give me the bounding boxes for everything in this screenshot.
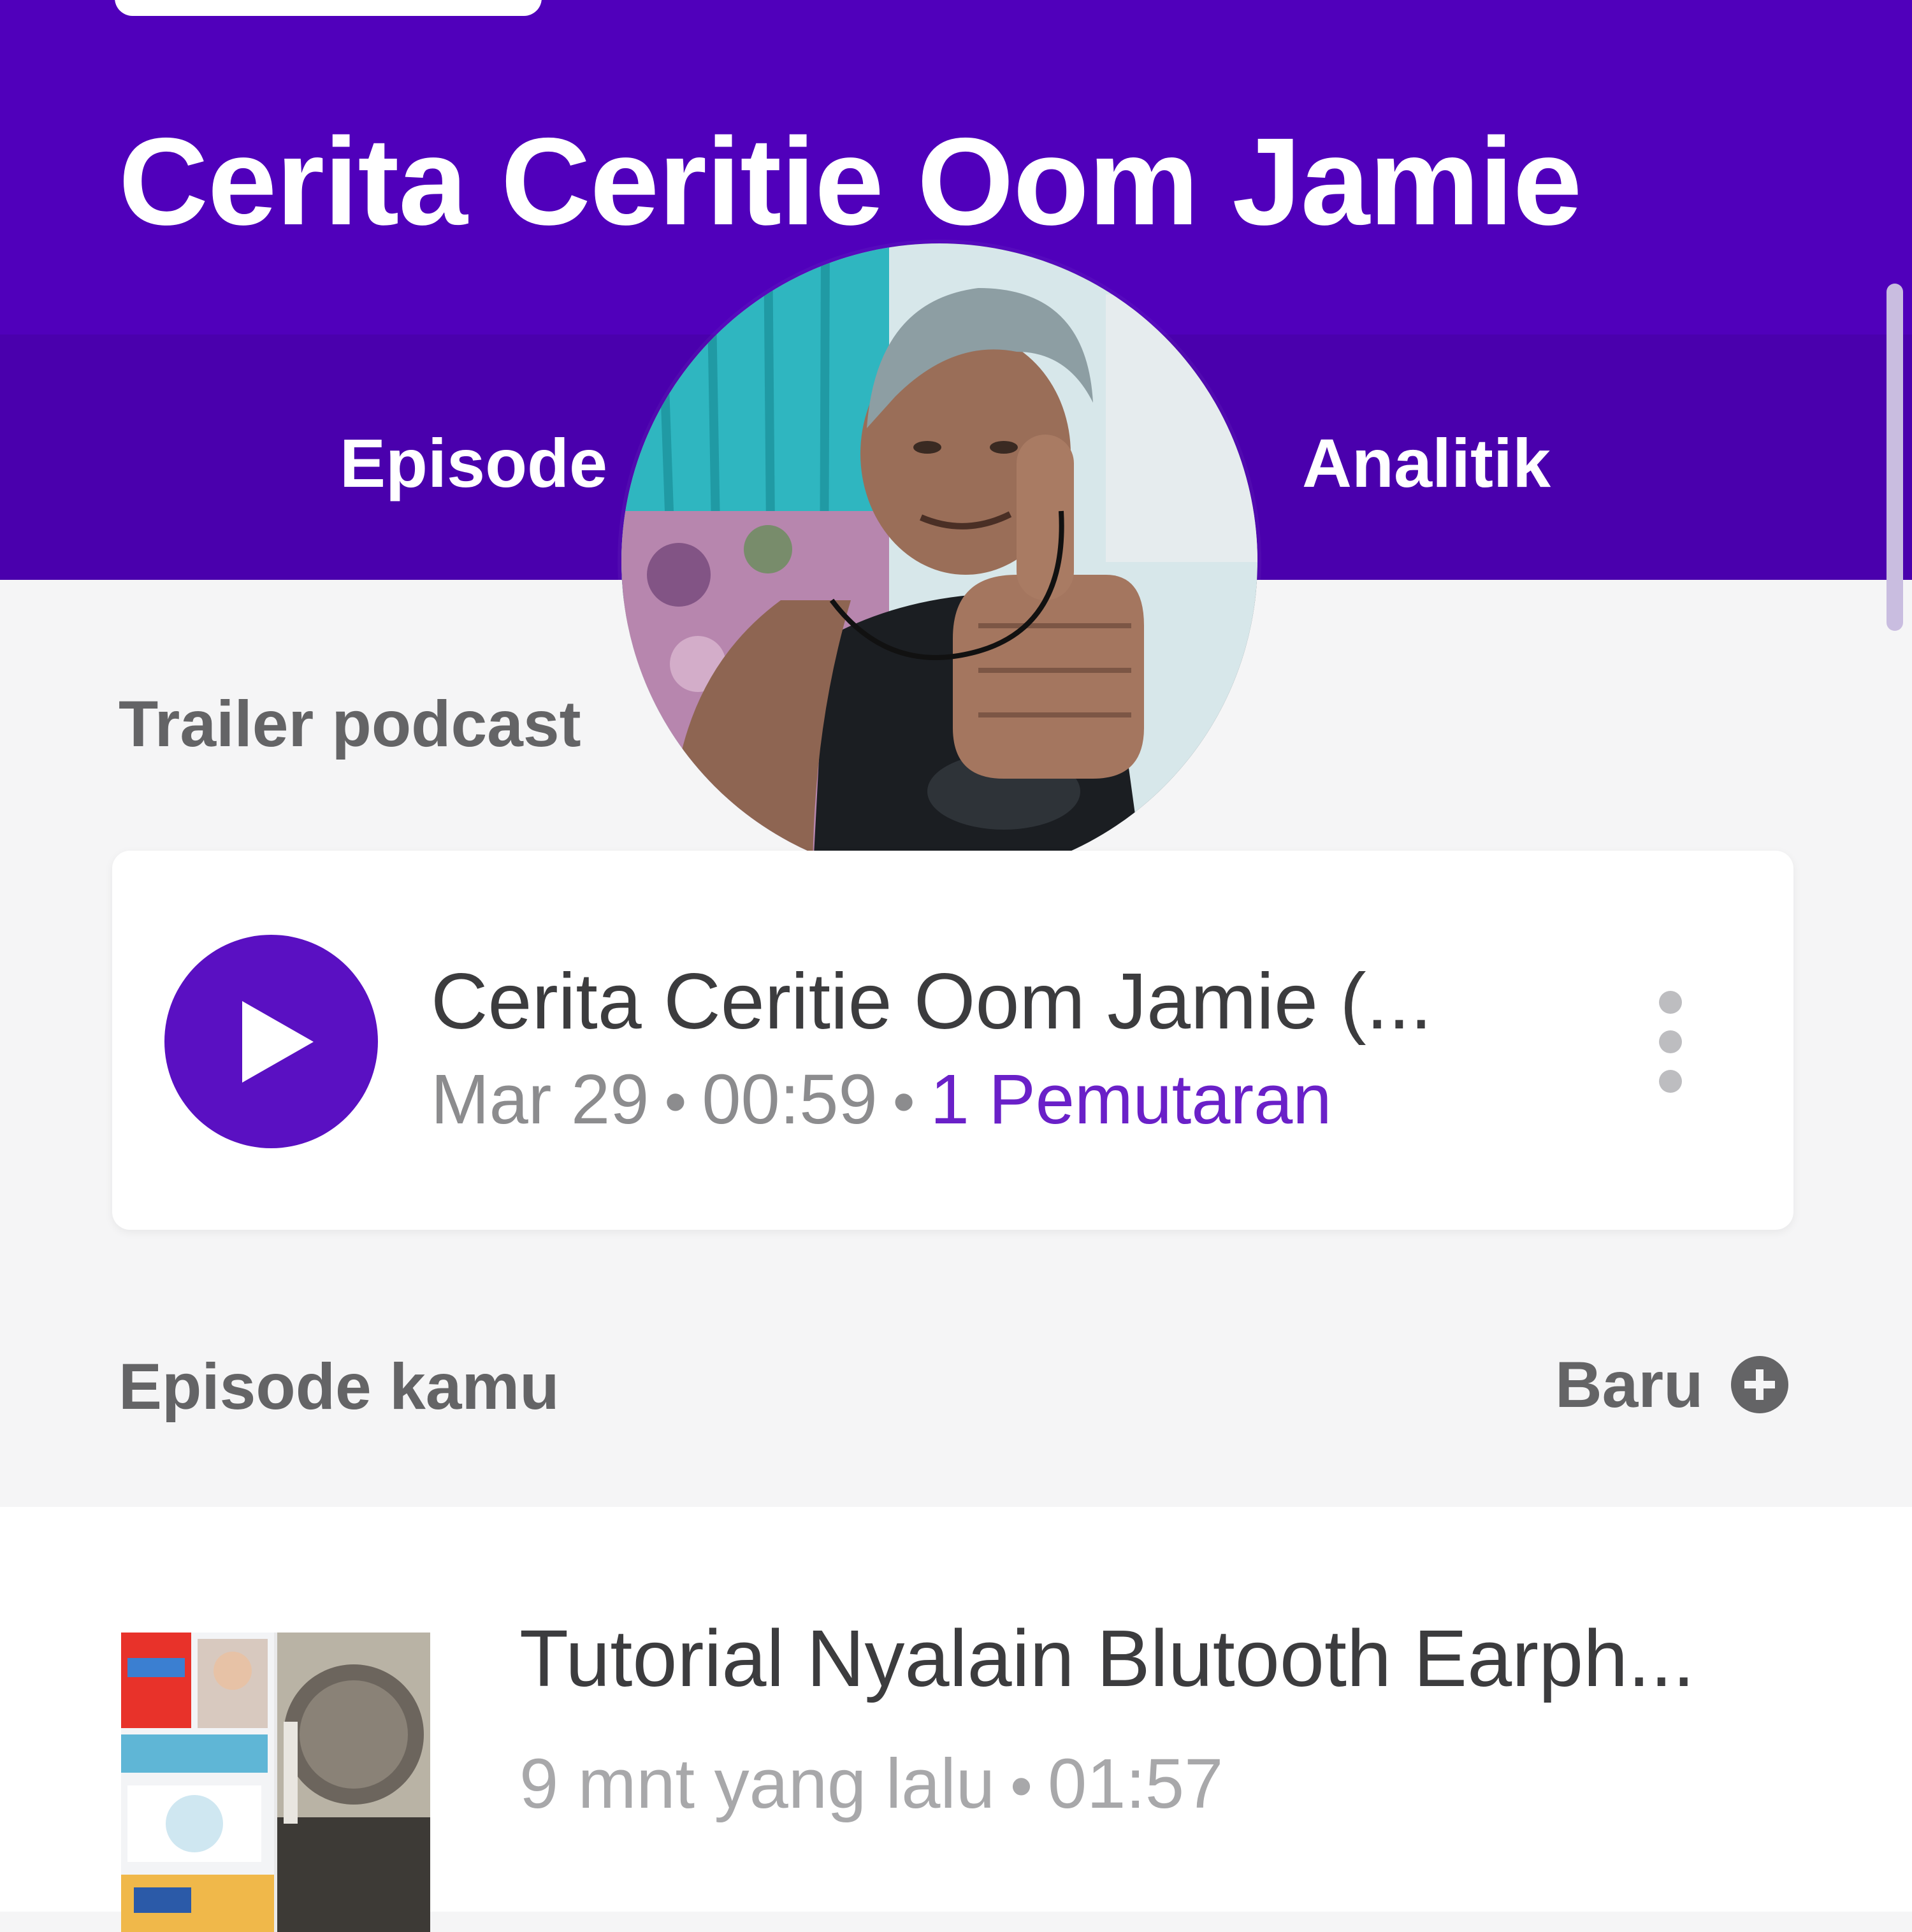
new-episode-label: Baru (1555, 1348, 1704, 1421)
episodes-section-label: Episode kamu (119, 1350, 560, 1423)
episode-time-ago: 9 mnt yang lalu (519, 1745, 995, 1823)
podcast-avatar[interactable] (621, 243, 1257, 879)
trailer-duration: 00:59 (702, 1060, 878, 1139)
podcast-title: Cerita Ceritie Oom Jamie (119, 112, 1582, 251)
episode-thumbnail (121, 1633, 430, 1932)
trailer-meta: Mar 29 • 00:59 • 1 Pemutaran (431, 1065, 1332, 1135)
trailer-section-label: Trailer podcast (119, 688, 581, 760)
scrollbar[interactable] (1887, 284, 1903, 631)
tab-episode[interactable]: Episode (340, 429, 607, 498)
plus-circle-icon (1731, 1356, 1789, 1413)
play-button[interactable] (164, 935, 378, 1148)
top-thumbnail-image (115, 0, 542, 16)
list-item[interactable]: Tutorial Nyalain Blutooth Earph... 9 mnt… (0, 1507, 1912, 1932)
play-icon (242, 1001, 314, 1083)
more-options-icon[interactable] (1645, 991, 1696, 1093)
meta-separator: • (664, 1066, 687, 1137)
trailer-plays[interactable]: 1 Pemutaran (931, 1060, 1332, 1139)
trailer-card[interactable]: Cerita Ceritie Oom Jamie (... Mar 29 • 00:… (112, 851, 1793, 1230)
episode-list: Tutorial Nyalain Blutooth Earph... 9 mnt… (0, 1507, 1912, 1932)
episode-meta: 9 mnt yang lalu • 01:57 (519, 1749, 1223, 1819)
episode-title: Tutorial Nyalain Blutooth Earph... (519, 1613, 1695, 1703)
episode-duration: 01:57 (1048, 1745, 1224, 1823)
meta-separator: • (892, 1066, 915, 1137)
tab-analytics[interactable]: Analitik (1302, 429, 1551, 498)
new-episode-button[interactable]: Baru (1555, 1348, 1789, 1421)
trailer-date: Mar 29 (431, 1060, 649, 1139)
meta-separator: • (1010, 1750, 1033, 1822)
trailer-title: Cerita Ceritie Oom Jamie (... (431, 958, 1433, 1046)
